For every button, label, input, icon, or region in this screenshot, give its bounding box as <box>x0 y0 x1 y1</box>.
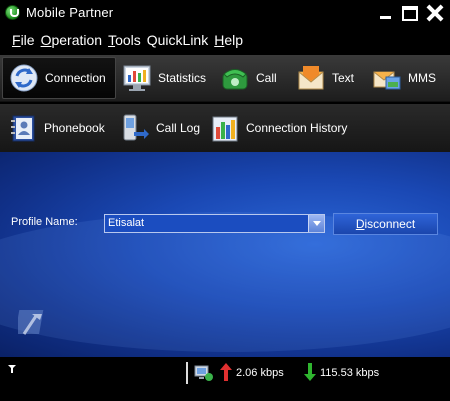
upload-arrow-icon <box>220 363 232 381</box>
menu-operation[interactable]: Operation <box>41 32 102 48</box>
envelope-icon <box>298 66 324 90</box>
minimize-button[interactable] <box>378 5 394 21</box>
profile-name-select[interactable]: Etisalat <box>104 214 325 233</box>
profile-name-label: Profile Name: <box>11 216 78 228</box>
call-log-button[interactable]: Call Log <box>114 104 204 152</box>
call-button[interactable]: Call <box>214 55 290 101</box>
connection-panel: Profile Name: Etisalat Disconnect <box>0 152 450 357</box>
connection-button[interactable]: Connection <box>2 57 116 99</box>
statistics-icon <box>123 65 151 91</box>
profile-selected-value: Etisalat <box>108 217 145 229</box>
status-separator <box>186 362 188 384</box>
menu-file[interactable]: File <box>12 32 35 48</box>
maximize-button[interactable] <box>402 5 418 21</box>
download-speed: 115.53 kbps <box>320 367 380 379</box>
text-button[interactable]: Text <box>290 55 366 101</box>
close-button[interactable] <box>426 4 444 22</box>
menu-help[interactable]: Help <box>214 32 243 48</box>
signal-icon <box>8 365 16 373</box>
connection-label: Connection <box>45 71 106 85</box>
mms-icon <box>373 71 401 90</box>
statistics-button[interactable]: Statistics <box>116 55 214 101</box>
menu-bar: File Operation Tools QuickLink Help <box>0 27 450 53</box>
secondary-toolbar: Phonebook Call Log Connection History <box>0 104 450 152</box>
app-logo-icon <box>5 5 20 20</box>
title-bar: Mobile Partner <box>0 0 450 25</box>
connection-icon <box>10 64 38 92</box>
main-toolbar: Connection Statistics Call Text MMS <box>0 55 450 102</box>
statistics-label: Statistics <box>158 71 207 85</box>
mms-label: MMS <box>408 71 436 85</box>
connection-history-button[interactable]: Connection History <box>204 104 348 152</box>
phonebook-label: Phonebook <box>44 121 105 135</box>
status-bar: 2.06 kbps 115.53 kbps <box>0 357 450 401</box>
network-icon <box>194 365 213 381</box>
menu-tools[interactable]: Tools <box>108 32 141 48</box>
connection-history-icon <box>212 116 238 142</box>
mms-button[interactable]: MMS <box>366 55 442 101</box>
connection-history-label: Connection History <box>246 121 348 135</box>
menu-quicklink[interactable]: QuickLink <box>147 32 208 48</box>
call-log-label: Call Log <box>156 121 201 135</box>
huawei-logo-icon <box>18 310 44 335</box>
upload-speed: 2.06 kbps <box>236 367 284 379</box>
text-label: Text <box>332 71 355 85</box>
chevron-down-icon[interactable] <box>308 215 324 232</box>
phonebook-button[interactable]: Phonebook <box>0 104 114 152</box>
call-log-icon <box>123 114 149 141</box>
window-controls <box>378 4 444 22</box>
download-arrow-icon <box>304 363 316 381</box>
disconnect-button[interactable]: Disconnect <box>333 213 438 235</box>
call-label: Call <box>256 71 277 85</box>
phone-icon <box>222 69 248 90</box>
window-title: Mobile Partner <box>26 5 114 20</box>
phonebook-icon <box>11 115 35 142</box>
